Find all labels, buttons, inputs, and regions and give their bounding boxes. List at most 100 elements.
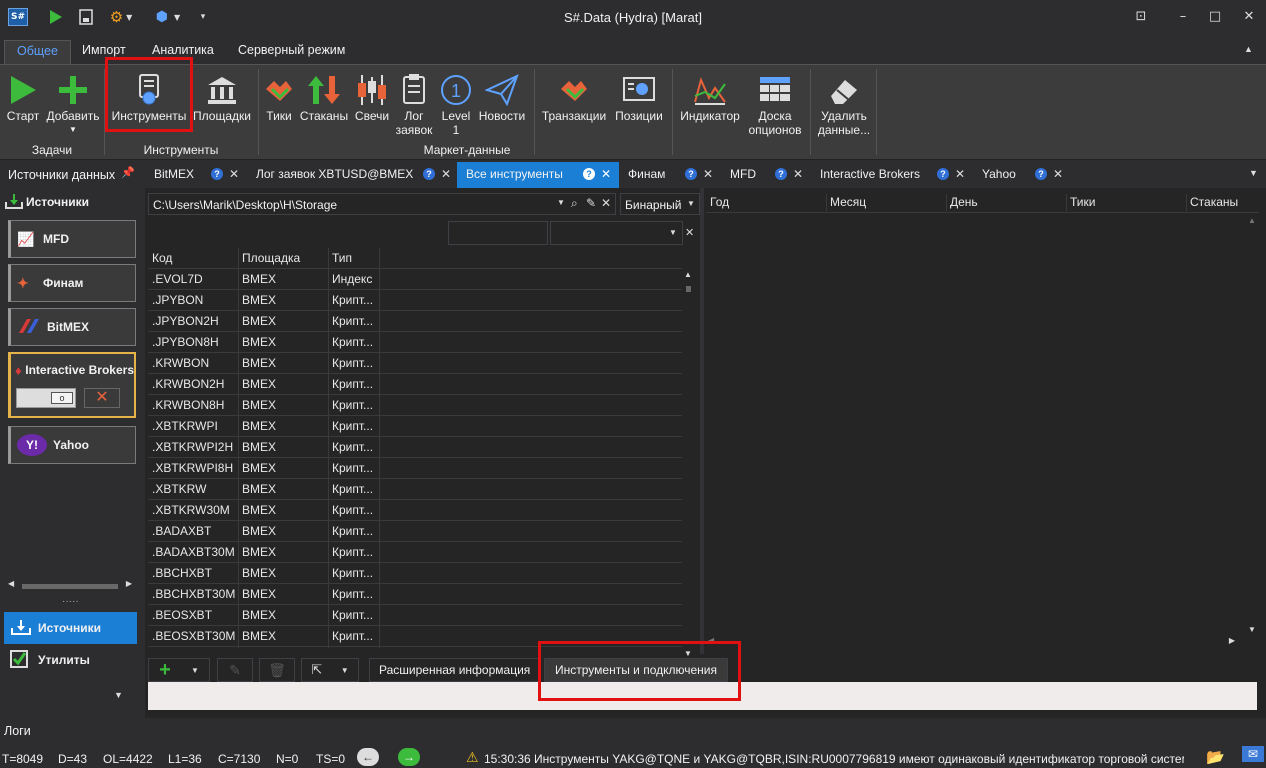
vertical-scrollbar[interactable]: ▲ ▼: [682, 270, 694, 658]
table-row[interactable]: .BEOSXBT30M BMEX Крипт...: [148, 626, 682, 647]
source-card-finam[interactable]: ✦ Финам: [8, 264, 136, 302]
close-icon[interactable]: ✕: [441, 162, 451, 186]
positions-button[interactable]: Позиции: [610, 71, 668, 123]
table-row[interactable]: .KRWBON8H BMEX Крипт...: [148, 395, 682, 416]
ribbon-tab-general[interactable]: Общее: [4, 40, 71, 66]
ticks-button[interactable]: Тики: [262, 71, 296, 123]
extended-info-tab[interactable]: Расширенная информация: [369, 658, 541, 682]
edit-instrument-icon[interactable]: ✎: [217, 658, 253, 682]
nav-sources[interactable]: Источники: [4, 612, 137, 644]
table-row[interactable]: .BADAXBT BMEX Крипт...: [148, 521, 682, 542]
help-icon[interactable]: ?: [937, 168, 949, 180]
doc-tab-order-log[interactable]: Лог заявок XBTUSD@BMEX ? ✕: [247, 162, 457, 188]
chevron-down-icon[interactable]: ▼: [557, 198, 565, 207]
source-card-bitmex[interactable]: BitMEX: [8, 308, 136, 346]
instruments-button[interactable]: Инструменты: [108, 71, 190, 123]
close-icon[interactable]: ✕: [601, 162, 611, 186]
doc-tab-finam[interactable]: Финам ? ✕: [619, 162, 719, 188]
column-header-code[interactable]: Код: [152, 248, 237, 269]
source-card-yahoo[interactable]: Y! Yahoo: [8, 426, 136, 464]
doc-tab-bitmex[interactable]: BitMEX ? ✕: [145, 162, 247, 188]
ib-remove-icon[interactable]: ✕: [84, 388, 120, 408]
doc-tab-all-instruments[interactable]: Все инструменты ? ✕: [457, 162, 619, 188]
instruments-and-connections-tab[interactable]: Инструменты и подключения: [544, 658, 728, 682]
column-header-depths[interactable]: Стаканы: [1190, 192, 1256, 213]
ribbon-collapse-icon[interactable]: ▲: [1244, 44, 1253, 54]
tabs-overflow-icon[interactable]: ▼: [1249, 168, 1258, 178]
doc-tab-yahoo[interactable]: Yahoo ? ✕: [973, 162, 1069, 188]
table-row[interactable]: .XBTKRWPI BMEX Крипт...: [148, 416, 682, 437]
depths-button[interactable]: Стаканы: [298, 71, 350, 123]
table-row[interactable]: .XBTKRW BMEX Крипт...: [148, 479, 682, 500]
run-icon[interactable]: [46, 8, 66, 26]
nav-utilities[interactable]: Утилиты: [4, 644, 137, 676]
column-header-year[interactable]: Год: [710, 192, 820, 213]
horizontal-scrollbar[interactable]: ◀ ▶: [8, 579, 132, 591]
delete-data-button[interactable]: Удалить данные...: [814, 71, 874, 137]
splitter-grip[interactable]: ·····: [62, 596, 79, 607]
close-icon[interactable]: ✕: [955, 162, 965, 186]
table-row[interactable]: .EVOL7D BMEX Индекс: [148, 269, 682, 290]
clear-filter-icon[interactable]: ✕: [685, 226, 694, 239]
table-row[interactable]: .XBTKRWPI8H BMEX Крипт...: [148, 458, 682, 479]
stats-vertical-scrollbar[interactable]: ▲ ▼: [1244, 214, 1258, 634]
filter-input[interactable]: [448, 221, 548, 245]
doc-tab-mfd[interactable]: MFD ? ✕: [721, 162, 809, 188]
table-row[interactable]: .JPYBON BMEX Крипт...: [148, 290, 682, 311]
add-instrument-button[interactable]: + ▼: [148, 658, 210, 682]
ribbon-tab-import[interactable]: Импорт: [70, 40, 138, 66]
ribbon-tab-analytics[interactable]: Аналитика: [140, 40, 226, 66]
help-icon[interactable]: ?: [583, 168, 595, 180]
help-icon[interactable]: ?: [685, 168, 697, 180]
close-icon[interactable]: ✕: [793, 162, 803, 186]
import-export-button[interactable]: ⇱ ▼: [301, 658, 359, 682]
mail-icon[interactable]: ✉: [1242, 746, 1264, 762]
minimize-button[interactable]: –: [1170, 6, 1196, 28]
column-header-month[interactable]: Месяц: [830, 192, 940, 213]
add-button[interactable]: Добавить ▼: [44, 71, 102, 137]
ribbon-tab-server-mode[interactable]: Серверный режим: [226, 40, 357, 66]
options-board-button[interactable]: Доска опционов: [744, 71, 806, 137]
table-row[interactable]: .KRWBON BMEX Крипт...: [148, 353, 682, 374]
help-icon[interactable]: ?: [211, 168, 223, 180]
column-header-day[interactable]: День: [950, 192, 1060, 213]
column-header-board[interactable]: Площадка: [242, 248, 327, 269]
table-row[interactable]: .JPYBON2H BMEX Крипт...: [148, 311, 682, 332]
help-icon[interactable]: ⬢ ▼: [148, 8, 188, 26]
help-icon[interactable]: ?: [1035, 168, 1047, 180]
quick-access-menu-icon[interactable]: ▾: [196, 8, 210, 26]
transactions-button[interactable]: Транзакции: [540, 71, 608, 123]
open-folder-icon[interactable]: 📂: [1206, 748, 1225, 766]
table-row[interactable]: .BBCHXBT30M BMEX Крипт...: [148, 584, 682, 605]
candles-button[interactable]: Свечи: [352, 71, 392, 123]
delete-instrument-icon[interactable]: 🗑: [259, 658, 295, 682]
close-icon[interactable]: ✕: [1053, 162, 1063, 186]
indicator-button[interactable]: Индикатор: [676, 71, 744, 123]
maximize-button[interactable]: □: [1202, 6, 1228, 28]
help-icon[interactable]: ?: [775, 168, 787, 180]
source-card-interactive-brokers[interactable]: ♦ Interactive Brokers: [8, 352, 136, 418]
splitter[interactable]: [700, 188, 704, 654]
restore-layout-icon[interactable]: ⊡: [1128, 6, 1154, 28]
back-arrow-icon[interactable]: ←: [357, 748, 379, 766]
table-row[interactable]: .KRWBON2H BMEX Крипт...: [148, 374, 682, 395]
column-header-ticks[interactable]: Тики: [1070, 192, 1180, 213]
ib-enable-toggle[interactable]: o: [16, 388, 76, 408]
table-row[interactable]: .XBTKRW30M BMEX Крипт...: [148, 500, 682, 521]
table-row[interactable]: .JPYBON8H BMEX Крипт...: [148, 332, 682, 353]
close-button[interactable]: ✕: [1236, 6, 1262, 28]
news-button[interactable]: Новости: [476, 71, 528, 123]
forward-arrow-icon[interactable]: →: [398, 748, 420, 766]
order-log-button[interactable]: Лог заявок: [394, 71, 434, 137]
column-header-type[interactable]: Тип: [332, 248, 377, 269]
storage-path-field[interactable]: C:\Users\Marik\Desktop\H\Storage ▼ ⌕ ✎ ✕: [148, 193, 616, 215]
close-icon[interactable]: ✕: [229, 162, 239, 186]
table-row[interactable]: .BBCHXBT BMEX Крипт...: [148, 563, 682, 584]
help-icon[interactable]: ?: [423, 168, 435, 180]
save-icon[interactable]: [76, 8, 96, 26]
level1-button[interactable]: 1 Level 1: [436, 71, 476, 137]
table-row[interactable]: .BADAXBT30M BMEX Крипт...: [148, 542, 682, 563]
log-label[interactable]: Логи: [4, 724, 31, 738]
source-card-mfd[interactable]: 📈 MFD: [8, 220, 136, 258]
doc-tab-interactive-brokers[interactable]: Interactive Brokers ? ✕: [811, 162, 973, 188]
